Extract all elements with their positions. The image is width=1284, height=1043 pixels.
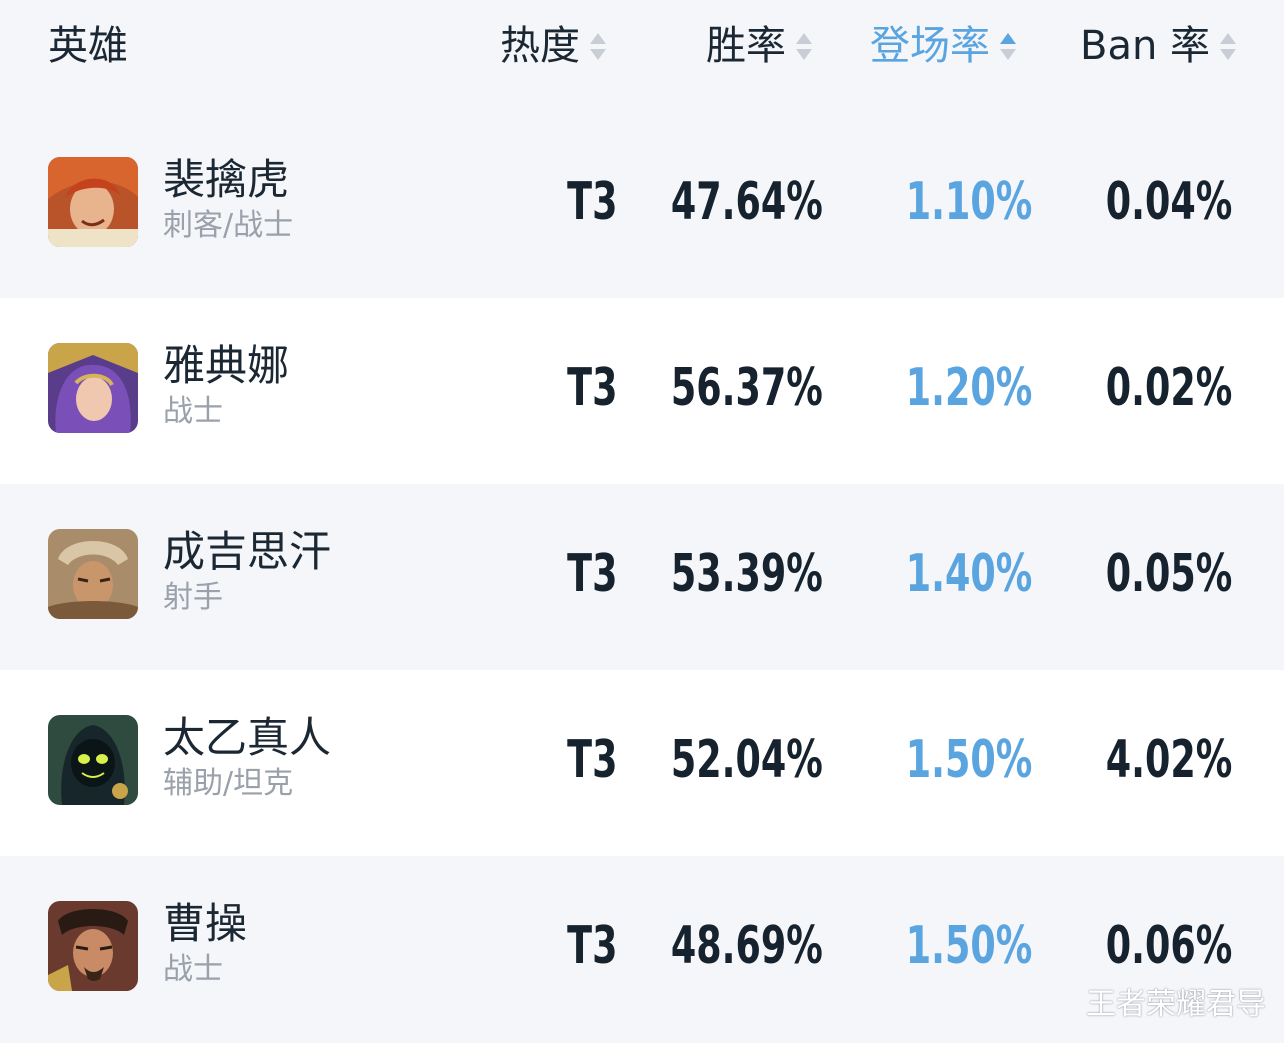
table-row[interactable]: 成吉思汗 射手 T3 53.39% 1.40% 0.05% <box>0 484 1284 670</box>
ban-rate-value: 0.02% <box>1105 358 1232 418</box>
sort-arrows-icon <box>1220 32 1237 60</box>
table-row[interactable]: 雅典娜 战士 T3 56.37% 1.20% 0.02% <box>0 298 1284 484</box>
table-header: 英雄 热度 胜率 登场率 Ban 率 <box>0 0 1284 116</box>
hero-name: 太乙真人 <box>163 713 332 762</box>
heat-value: T3 <box>566 172 617 232</box>
hero-role: 刺客/战士 <box>163 208 294 243</box>
table-row[interactable]: 太乙真人 辅助/坦克 T3 52.04% 1.50% 4.02% <box>0 670 1284 856</box>
win-rate-value: 47.64% <box>671 172 823 232</box>
hero-name: 裴擒虎 <box>163 155 290 204</box>
heat-value: T3 <box>566 916 617 976</box>
hero-role: 战士 <box>163 952 223 987</box>
hero-role: 射手 <box>163 580 223 615</box>
win-rate-value: 52.04% <box>671 730 823 790</box>
ban-rate-header-label: Ban 率 <box>1080 23 1211 69</box>
win-rate-sort-header[interactable]: 胜率 <box>706 20 812 72</box>
hero-name: 成吉思汗 <box>163 527 332 576</box>
win-rate-value: 48.69% <box>671 916 823 976</box>
ban-rate-value: 0.06% <box>1105 916 1232 976</box>
hero-name: 雅典娜 <box>163 341 290 390</box>
sort-arrows-icon <box>590 32 606 60</box>
win-rate-value: 56.37% <box>671 358 823 418</box>
heat-value: T3 <box>566 358 617 418</box>
hero-avatar-icon <box>48 343 138 433</box>
appear-rate-header-label: 登场率 <box>870 23 990 69</box>
sort-ascending-icon <box>1000 32 1016 60</box>
hero-role: 战士 <box>163 394 223 429</box>
heat-sort-header[interactable]: 热度 <box>500 20 606 72</box>
table-row[interactable]: 裴擒虎 刺客/战士 T3 47.64% 1.10% 0.04% <box>0 112 1284 298</box>
appear-rate-value: 1.50% <box>905 730 1032 790</box>
heat-header-label: 热度 <box>500 23 580 69</box>
ban-rate-value: 4.02% <box>1105 730 1232 790</box>
hero-avatar-icon <box>48 715 138 805</box>
heat-value: T3 <box>566 544 617 604</box>
hero-avatar-icon <box>48 901 138 991</box>
watermark: 王者荣耀君导 <box>1086 987 1266 1022</box>
win-rate-value: 53.39% <box>671 544 823 604</box>
hero-name: 曹操 <box>163 899 248 948</box>
heat-value: T3 <box>566 730 617 790</box>
ban-rate-sort-header[interactable]: Ban 率 <box>1080 20 1237 72</box>
hero-column-header: 英雄 <box>48 23 128 69</box>
appear-rate-value: 1.20% <box>905 358 1032 418</box>
sort-arrows-icon <box>796 32 812 60</box>
appear-rate-value: 1.40% <box>905 544 1032 604</box>
win-rate-header-label: 胜率 <box>706 23 786 69</box>
hero-avatar-icon <box>48 529 138 619</box>
ban-rate-value: 0.04% <box>1105 172 1232 232</box>
appear-rate-sort-header[interactable]: 登场率 <box>870 20 1016 72</box>
appear-rate-value: 1.10% <box>905 172 1032 232</box>
hero-role: 辅助/坦克 <box>163 766 294 801</box>
appear-rate-value: 1.50% <box>905 916 1032 976</box>
hero-avatar-icon <box>48 157 138 247</box>
ban-rate-value: 0.05% <box>1105 544 1232 604</box>
